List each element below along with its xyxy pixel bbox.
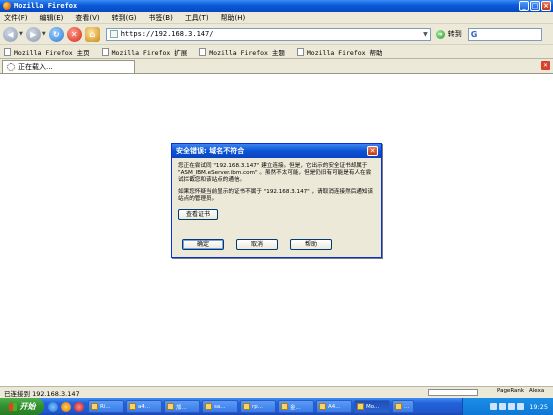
- quick-launch: [48, 401, 84, 412]
- task-button[interactable]: Ri...: [88, 400, 124, 413]
- navigation-toolbar: ◀ ▼ ▶ ▼ ↻ ✕ ⌂ ▼ ➜ 转到 G: [0, 24, 553, 45]
- go-button[interactable]: ➜ 转到: [435, 29, 462, 39]
- cancel-button[interactable]: 取消: [236, 239, 278, 250]
- task-button[interactable]: 加...: [164, 400, 200, 413]
- dialog-message-2: 如果您怀疑当前显示的证书不属于 "192.168.3.147" ，请取消连接然后…: [178, 189, 374, 202]
- menu-bookmarks[interactable]: 书签(B): [143, 13, 179, 23]
- tray-app-icon[interactable]: [517, 403, 525, 410]
- menu-bar: 文件(F) 编辑(E) 查看(V) 转到(G) 书签(B) 工具(T) 帮助(H…: [0, 12, 553, 24]
- forward-button[interactable]: ▶: [25, 26, 41, 42]
- loading-icon: [7, 63, 15, 71]
- dialog-close-icon[interactable]: ✕: [367, 146, 378, 156]
- back-dropdown-icon[interactable]: ▼: [19, 31, 23, 37]
- page-icon: [296, 47, 304, 56]
- windows-flag-icon: [8, 402, 17, 411]
- window-icon: [395, 403, 402, 410]
- page-icon: [199, 47, 207, 56]
- firefox-quicklaunch-icon[interactable]: [61, 401, 71, 412]
- menu-help[interactable]: 帮助(H): [215, 13, 252, 23]
- task-list: Ri... a4... 加... sa... rp... 金... A4... …: [88, 400, 414, 413]
- bookmark-extensions[interactable]: Mozilla Firefox 扩展: [101, 47, 187, 57]
- home-button[interactable]: ⌂: [84, 26, 100, 42]
- security-error-dialog: 安全错误: 域名不符合 ✕ 您正在尝试同 "192.168.3.147" 建立连…: [171, 143, 382, 258]
- task-button[interactable]: rp...: [240, 400, 276, 413]
- window-title: Mozilla Firefox: [14, 2, 78, 10]
- network-icon[interactable]: [490, 403, 498, 410]
- bookmark-help[interactable]: Mozilla Firefox 帮助: [296, 47, 383, 57]
- minimize-button[interactable]: _: [519, 1, 529, 11]
- pagerank-label[interactable]: PageRank: [497, 388, 524, 394]
- taskbar: 开始 Ri... a4... 加... sa... rp... 金... A4.…: [0, 398, 553, 415]
- maximize-button[interactable]: □: [530, 1, 540, 11]
- ie-icon[interactable]: [48, 401, 58, 412]
- window-icon: [243, 403, 250, 410]
- url-dropdown-icon[interactable]: ▼: [423, 31, 428, 38]
- status-bar: 已连接到 192.168.3.147 PageRank Alexa: [0, 386, 553, 398]
- forward-dropdown-icon[interactable]: ▼: [42, 31, 46, 37]
- page-icon: [101, 47, 109, 56]
- bookmark-themes[interactable]: Mozilla Firefox 主题: [199, 47, 285, 57]
- volume-icon[interactable]: [499, 403, 507, 410]
- menu-edit[interactable]: 编辑(E): [34, 13, 70, 23]
- google-icon: G: [470, 29, 478, 39]
- view-certificate-button[interactable]: 查看证书: [178, 209, 218, 220]
- menu-go[interactable]: 转到(G): [106, 13, 143, 23]
- progress-bar: [428, 389, 478, 396]
- page-icon: [4, 47, 11, 56]
- menu-view[interactable]: 查看(V): [69, 13, 105, 23]
- window-titlebar: Mozilla Firefox _ □ ×: [0, 0, 553, 12]
- clock: 19:25: [529, 402, 548, 411]
- folder-icon: [167, 403, 174, 410]
- menu-tools[interactable]: 工具(T): [179, 13, 215, 23]
- media-icon[interactable]: [74, 401, 84, 412]
- close-window-button[interactable]: ×: [541, 1, 551, 11]
- task-button[interactable]: a4...: [126, 400, 162, 413]
- stop-button[interactable]: ✕: [66, 26, 82, 42]
- page-icon: [109, 30, 118, 38]
- go-label: 转到: [447, 30, 462, 38]
- tab-bar: 正在载入... ✕: [0, 59, 553, 74]
- status-text: 已连接到 192.168.3.147: [4, 389, 80, 398]
- task-button[interactable]: ...: [392, 400, 414, 413]
- address-bar[interactable]: ▼: [105, 27, 431, 41]
- bookmark-home[interactable]: Mozilla Firefox 主页: [4, 47, 90, 57]
- start-button[interactable]: 开始: [0, 398, 44, 415]
- tab-loading[interactable]: 正在载入...: [2, 60, 135, 73]
- security-icon[interactable]: [508, 403, 516, 410]
- window-icon: [91, 403, 98, 410]
- firefox-icon: [357, 403, 364, 410]
- alexa-label[interactable]: Alexa: [529, 388, 544, 394]
- task-button[interactable]: A4...: [316, 400, 352, 413]
- bookmarks-toolbar: Mozilla Firefox 主页 Mozilla Firefox 扩展 Mo…: [0, 45, 553, 59]
- task-button[interactable]: 金...: [278, 400, 314, 413]
- reload-button[interactable]: ↻: [48, 26, 64, 42]
- url-input[interactable]: [120, 30, 411, 38]
- window-icon: [205, 403, 212, 410]
- help-button[interactable]: 帮助: [290, 239, 332, 250]
- dialog-message-1: 您正在尝试同 "192.168.3.147" 建立连接。但是，它出示的安全证书却…: [178, 163, 372, 183]
- document-icon: [319, 403, 326, 410]
- tab-label: 正在载入...: [18, 63, 53, 71]
- task-button-firefox[interactable]: Mo...: [354, 400, 390, 413]
- folder-icon: [129, 403, 136, 410]
- task-button[interactable]: sa...: [202, 400, 238, 413]
- back-button[interactable]: ◀: [3, 26, 18, 42]
- close-tab-icon[interactable]: ✕: [541, 61, 550, 70]
- ok-button[interactable]: 确定: [182, 239, 224, 250]
- window-icon: [281, 403, 288, 410]
- search-input[interactable]: G: [467, 27, 542, 41]
- menu-file[interactable]: 文件(F): [0, 13, 34, 23]
- go-arrow-icon: ➜: [435, 29, 445, 39]
- firefox-icon: [3, 2, 11, 10]
- dialog-title: 安全错误: 域名不符合: [172, 144, 381, 158]
- system-tray: 19:25: [462, 398, 553, 415]
